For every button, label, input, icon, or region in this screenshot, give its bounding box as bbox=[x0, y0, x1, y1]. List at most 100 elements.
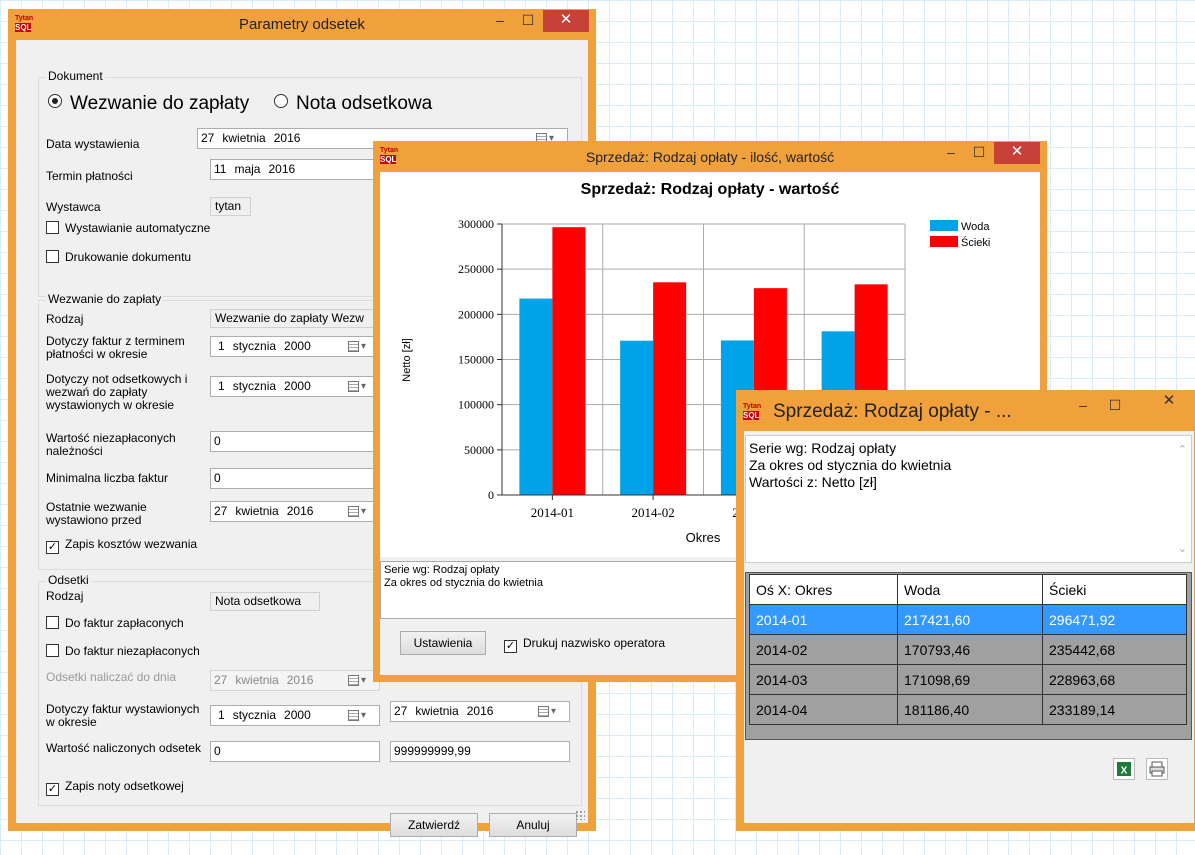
title-bar[interactable]: Tytan SQL Parametry odsetek – ☐ ✕ bbox=[9, 10, 595, 40]
checkbox-wystawianie-automatyczne[interactable]: Wystawianie automatyczne bbox=[46, 221, 210, 235]
radio-wezwanie[interactable]: Wezwanie do zapłaty bbox=[48, 93, 249, 115]
checkmark-icon: ✓ bbox=[504, 640, 517, 653]
window-title: Sprzedaż: Rodzaj opłaty - ... bbox=[773, 401, 1012, 422]
table-cell[interactable]: 171098,69 bbox=[897, 664, 1043, 695]
table-cell[interactable]: 228963,68 bbox=[1042, 664, 1187, 695]
checkbox-drukowanie-dokumentu[interactable]: Drukowanie dokumentu bbox=[46, 250, 191, 264]
checkbox-zapis-noty[interactable]: ✓ Zapis noty odsetkowej bbox=[46, 779, 184, 796]
table-cell[interactable]: 2014-02 bbox=[749, 634, 898, 665]
resize-grip-icon[interactable] bbox=[575, 810, 585, 820]
table-cell[interactable]: 233189,14 bbox=[1042, 694, 1187, 725]
bar-ścieki bbox=[653, 282, 687, 495]
calendar-dropdown-icon[interactable] bbox=[348, 380, 368, 394]
label-data-wystawienia: Data wystawienia bbox=[46, 137, 140, 151]
label-wartosc-niezaplaconych: Wartość niezapłaconych należności bbox=[46, 431, 176, 458]
calendar-dropdown-icon bbox=[348, 674, 368, 688]
y-tick-label: 150000 bbox=[458, 353, 494, 367]
table-row[interactable]: 2014-03 171098,69 228963,68 bbox=[749, 664, 1187, 695]
chart-title: Sprzedaż: Rodzaj opłaty - wartość bbox=[581, 181, 840, 198]
label-dotyczy-faktur: Dotyczy faktur z terminem płatności w ok… bbox=[46, 334, 185, 361]
bar-woda bbox=[519, 298, 553, 495]
checkbox-unchecked-icon bbox=[46, 250, 59, 263]
table-row[interactable]: 2014-02 170793,46 235442,68 bbox=[749, 634, 1187, 665]
date-picker-ostatnie-wezwanie[interactable]: 27 kwietnia 2016 bbox=[210, 501, 380, 522]
calendar-dropdown-icon[interactable] bbox=[348, 340, 368, 354]
print-icon[interactable] bbox=[1146, 758, 1168, 780]
checkbox-zapis-kosztow[interactable]: ✓ Zapis kosztów wezwania bbox=[46, 537, 197, 554]
window-client: Serie wg: Rodzaj opłaty Za okres od styc… bbox=[744, 431, 1194, 823]
column-header[interactable]: Oś X: Okres bbox=[749, 574, 898, 605]
close-button[interactable]: ✕ bbox=[543, 10, 589, 32]
checkbox-drukuj-nazwisko[interactable]: ✓ Drukuj nazwisko operatora bbox=[504, 636, 665, 653]
excel-export-icon[interactable]: X bbox=[1113, 758, 1135, 780]
checkbox-do-faktur-niezaplaconych[interactable]: Do faktur niezapłaconych bbox=[46, 644, 200, 658]
wystawca-value: tytan bbox=[210, 197, 251, 216]
y-tick-label: 300000 bbox=[458, 217, 494, 231]
maximize-button[interactable]: ☐ bbox=[966, 142, 992, 164]
y-tick-label: 200000 bbox=[458, 307, 494, 321]
table-cell[interactable]: 2014-03 bbox=[749, 664, 898, 695]
minimize-button[interactable]: – bbox=[487, 10, 513, 32]
tytan-sql-icon: Tytan SQL bbox=[743, 403, 762, 420]
table-window: Tytan SQL Sprzedaż: Rodzaj opłaty - ... –… bbox=[736, 390, 1195, 831]
table-cell[interactable]: 296471,92 bbox=[1042, 604, 1187, 635]
title-bar[interactable]: Tytan SQL Sprzedaż: Rodzaj opłaty - ... –… bbox=[737, 391, 1194, 431]
minimize-button[interactable]: – bbox=[1070, 395, 1096, 417]
date-picker-okres-do[interactable]: 27 kwietnia 2016 bbox=[390, 701, 570, 722]
table-header-row: Oś X: Okres Woda Ścieki bbox=[749, 574, 1187, 605]
label-odsetki-naliczac: Odsetki naliczać do dnia bbox=[46, 670, 177, 684]
scroll-up-icon[interactable]: ⌃ bbox=[1178, 442, 1187, 459]
summary-line: Za okres od stycznia do kwietnia bbox=[749, 457, 952, 473]
close-button[interactable]: ✕ bbox=[994, 142, 1040, 164]
table-cell[interactable]: 2014-04 bbox=[749, 694, 898, 725]
close-button[interactable]: ✕ bbox=[1144, 391, 1194, 417]
column-header[interactable]: Ścieki bbox=[1042, 574, 1187, 605]
data-grid[interactable]: Oś X: Okres Woda Ścieki 2014-01 217421,6… bbox=[745, 572, 1192, 740]
group-title: Wezwanie do zapłaty bbox=[46, 292, 164, 306]
y-tick-label: 0 bbox=[488, 488, 494, 502]
maximize-button[interactable]: ☐ bbox=[515, 10, 541, 32]
label-ostatnie-wezwanie: Ostatnie wezwanie wystawiono przed bbox=[46, 500, 147, 527]
column-header[interactable]: Woda bbox=[897, 574, 1043, 605]
legend-label: Woda bbox=[961, 221, 990, 233]
checkbox-do-faktur-zaplaconych[interactable]: Do faktur zapłaconych bbox=[46, 616, 184, 630]
radio-unchecked-icon bbox=[274, 94, 288, 108]
checkmark-icon: ✓ bbox=[46, 783, 59, 796]
summary-line: Serie wg: Rodzaj opłaty bbox=[749, 440, 897, 456]
date-picker-termin-platnosci[interactable]: 11 maja 2016 bbox=[210, 159, 380, 180]
date-picker-faktur-od[interactable]: 1 stycznia 2000 bbox=[210, 336, 380, 357]
checkmark-icon: ✓ bbox=[46, 541, 59, 554]
scroll-down-icon[interactable]: ⌄ bbox=[1178, 541, 1187, 558]
zatwierdz-button[interactable]: Zatwierdź bbox=[390, 813, 478, 837]
input-minimalna-liczba[interactable]: 0 bbox=[210, 468, 380, 489]
label-rodzaj-odsetki: Rodzaj bbox=[46, 589, 84, 603]
input-wartosc-do[interactable]: 999999999,99 bbox=[390, 741, 570, 762]
table-cell[interactable]: 181186,40 bbox=[897, 694, 1043, 725]
summary-textbox[interactable]: Serie wg: Rodzaj opłaty Za okres od styc… bbox=[745, 435, 1192, 563]
table-row[interactable]: 2014-01 217421,60 296471,92 bbox=[749, 604, 1187, 635]
table-cell[interactable]: 235442,68 bbox=[1042, 634, 1187, 665]
table-row[interactable]: 2014-04 181186,40 233189,14 bbox=[749, 694, 1187, 725]
radio-nota[interactable]: Nota odsetkowa bbox=[274, 93, 432, 115]
calendar-dropdown-icon[interactable] bbox=[348, 709, 368, 723]
table-cell[interactable]: 2014-01 bbox=[749, 604, 898, 635]
checkbox-unchecked-icon bbox=[46, 644, 59, 657]
date-picker-not-od[interactable]: 1 stycznia 2000 bbox=[210, 376, 380, 397]
anuluj-button[interactable]: Anuluj bbox=[489, 813, 577, 837]
label-wartosc-naliczonych: Wartość naliczonych odsetek bbox=[46, 741, 201, 755]
x-axis-label: Okres bbox=[686, 530, 721, 545]
input-wartosc-od[interactable]: 0 bbox=[210, 741, 380, 762]
date-picker-okres-od[interactable]: 1 stycznia 2000 bbox=[210, 705, 380, 726]
table-cell[interactable]: 217421,60 bbox=[897, 604, 1043, 635]
calendar-dropdown-icon[interactable] bbox=[538, 705, 558, 719]
title-bar[interactable]: Tytan SQL Sprzedaż: Rodzaj opłaty - ilość… bbox=[374, 142, 1046, 172]
group-title: Dokument bbox=[46, 69, 105, 83]
maximize-button[interactable]: ☐ bbox=[1102, 395, 1128, 417]
checkbox-unchecked-icon bbox=[46, 616, 59, 629]
ustawienia-button[interactable]: Ustawienia bbox=[400, 631, 486, 655]
svg-text:X: X bbox=[1121, 766, 1128, 777]
minimize-button[interactable]: – bbox=[938, 142, 964, 164]
input-wartosc-niezaplaconych[interactable]: 0 bbox=[210, 431, 380, 452]
table-cell[interactable]: 170793,46 bbox=[897, 634, 1043, 665]
calendar-dropdown-icon[interactable] bbox=[348, 505, 368, 519]
